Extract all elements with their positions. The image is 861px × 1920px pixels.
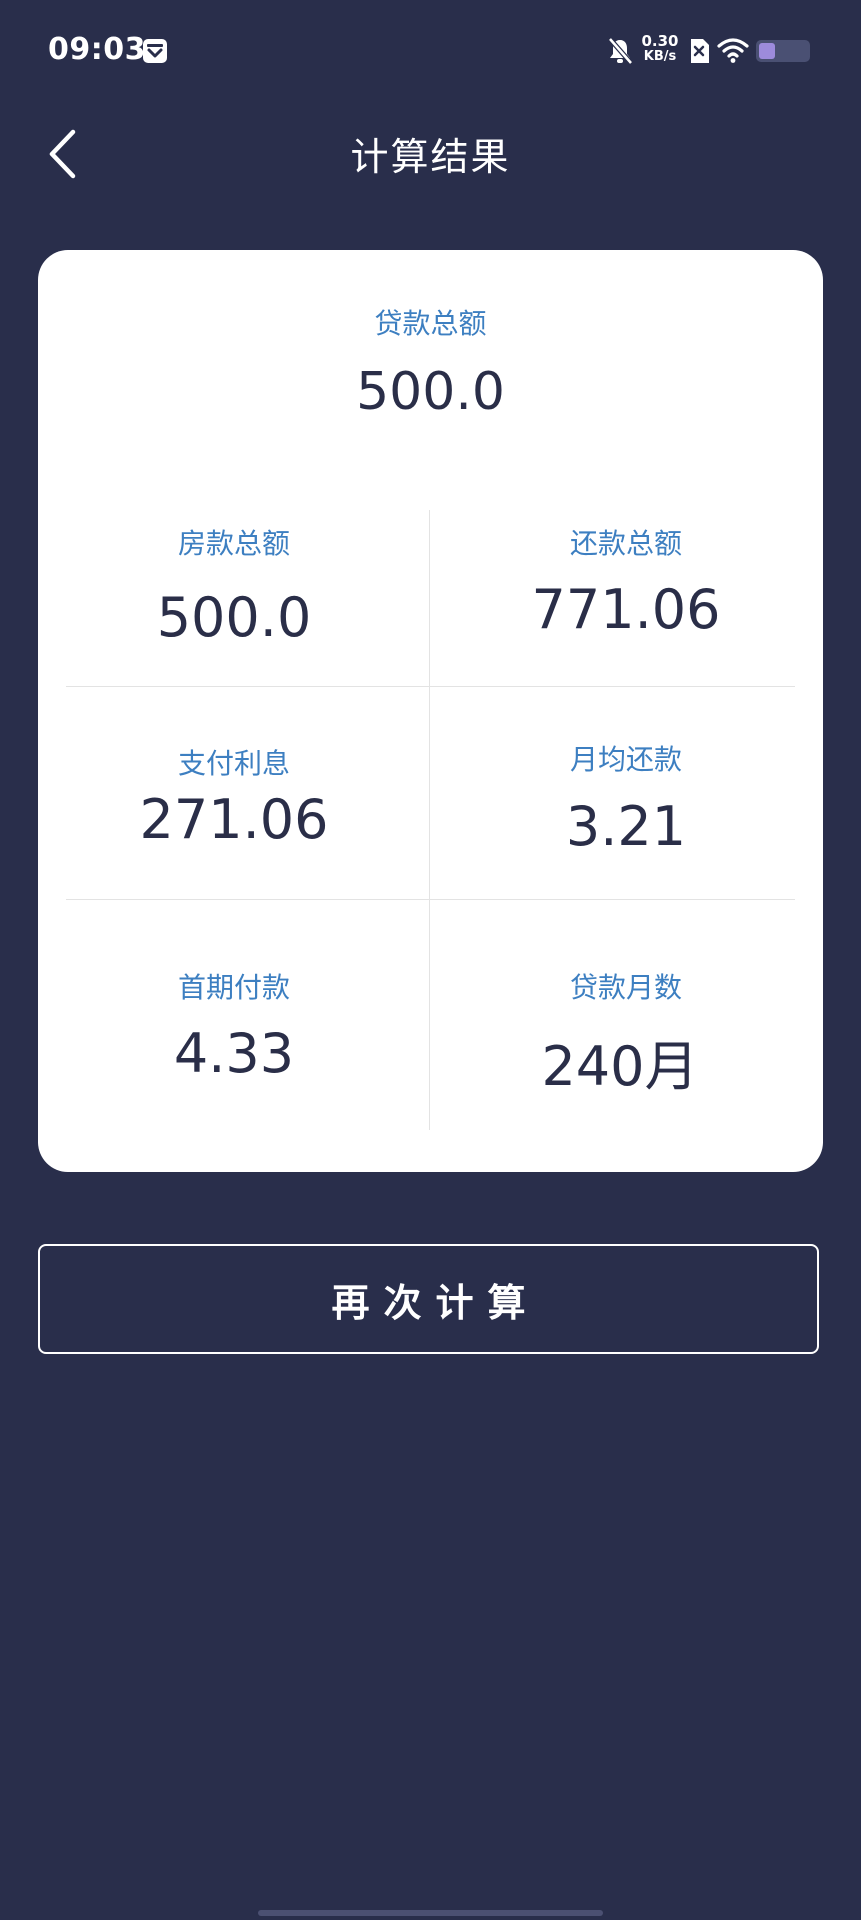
network-speed-value: 0.30 xyxy=(641,32,679,50)
sim-off-icon xyxy=(691,39,709,63)
recalculate-button[interactable]: 再次计算 xyxy=(38,1244,819,1354)
status-time: 09:03 xyxy=(48,32,146,67)
network-speed-unit: KB/s xyxy=(643,49,677,64)
loan-months-label: 贷款月数 xyxy=(569,971,682,1004)
grid-divider-vertical xyxy=(429,510,430,1130)
wifi-icon xyxy=(717,38,749,63)
page-title: 计算结果 xyxy=(350,135,511,179)
down-payment-value: 4.33 xyxy=(173,1022,295,1085)
interest-paid-label: 支付利息 xyxy=(177,747,290,780)
app-notification-icon xyxy=(143,39,167,63)
battery-fill xyxy=(759,43,775,59)
repayment-total-value: 771.06 xyxy=(531,578,721,641)
grid-divider-row-1 xyxy=(66,686,795,687)
house-total-value: 500.0 xyxy=(156,586,312,649)
grid-divider-row-2 xyxy=(66,899,795,900)
repayment-total-label: 还款总额 xyxy=(569,527,682,560)
interest-paid-value: 271.06 xyxy=(139,788,329,851)
battery-icon xyxy=(756,40,810,62)
monthly-payment-value: 3.21 xyxy=(565,795,687,858)
gesture-navigation-bar[interactable] xyxy=(258,1910,603,1916)
monthly-payment-label: 月均还款 xyxy=(569,743,682,776)
result-card: 贷款总额 500.0 房款总额 500.0 还款总额 771.06 支付利息 2… xyxy=(38,250,823,1172)
mute-bell-icon xyxy=(608,37,633,65)
loan-total-value: 500.0 xyxy=(356,362,505,422)
loan-total-label: 贷款总额 xyxy=(374,307,487,340)
house-total-label: 房款总额 xyxy=(177,527,290,560)
down-payment-label: 首期付款 xyxy=(177,971,290,1004)
network-speed: 0.30 KB/s xyxy=(640,32,680,65)
loan-months-value: 240月 xyxy=(541,1035,699,1098)
status-bar: 09:03 0.30 KB/s xyxy=(0,0,861,100)
